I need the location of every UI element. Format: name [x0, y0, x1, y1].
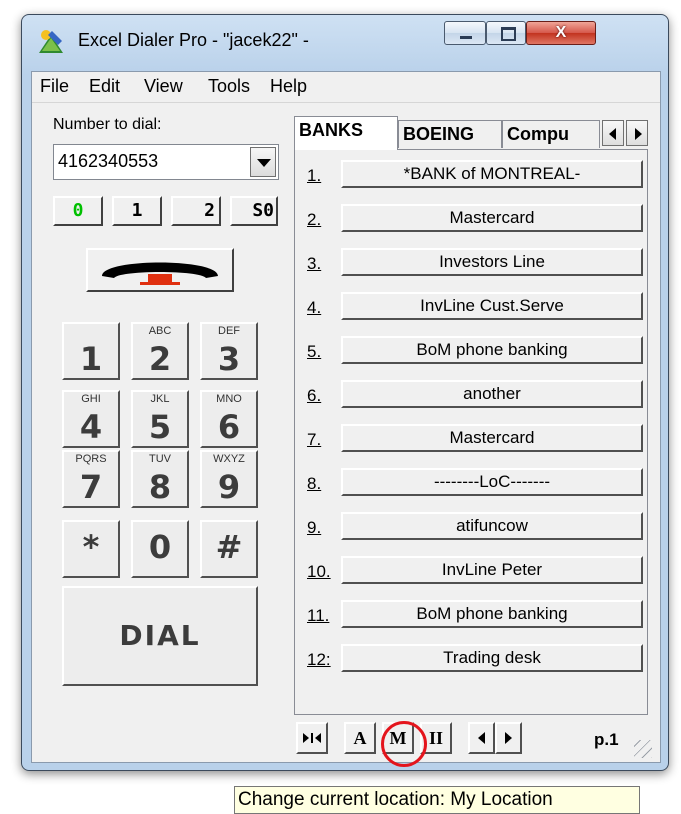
menu-help[interactable]: Help — [270, 76, 307, 97]
minimize-button[interactable] — [444, 21, 486, 45]
speed-dial-number: 1. — [307, 166, 322, 185]
speed-dial-row: 7. Mastercard — [295, 422, 647, 456]
speed-dial-row: 8. --------LoC------- — [295, 466, 647, 500]
close-icon: X — [555, 24, 567, 41]
scroll-right-icon — [635, 128, 642, 140]
key-4[interactable]: GHI 4 — [62, 390, 120, 448]
dropdown-button[interactable] — [250, 147, 276, 177]
key-hash[interactable]: # — [200, 520, 258, 578]
phone-handset-icon — [102, 262, 218, 285]
title-bar[interactable]: Excel Dialer Pro - "jacek22" - X — [22, 15, 668, 63]
first-last-button[interactable] — [296, 722, 328, 754]
speed-dial-button[interactable]: InvLine Cust.Serve — [341, 292, 643, 320]
key-6[interactable]: MNO 6 — [200, 390, 258, 448]
tab-strip: BANKS BOEING Compu — [294, 116, 652, 150]
key-8[interactable]: TUV 8 — [131, 450, 189, 508]
tab-compu[interactable]: Compu — [502, 120, 600, 148]
scroll-right-icon — [505, 732, 512, 744]
window-title: Excel Dialer Pro - "jacek22" - — [78, 30, 309, 50]
speed-dial-number: 6. — [307, 386, 322, 405]
hangup-button[interactable] — [86, 248, 234, 292]
speed-dial-button[interactable]: InvLine Peter — [341, 556, 643, 584]
key-1[interactable]: 1 — [62, 322, 120, 380]
key-0[interactable]: 0 — [131, 520, 189, 578]
minimize-icon — [460, 36, 472, 39]
menu-view[interactable]: View — [144, 76, 183, 97]
number-to-dial-label: Number to dial: — [53, 116, 162, 133]
speed-dial-button[interactable]: *BANK of MONTREAL- — [341, 160, 643, 188]
number-to-dial-combo[interactable]: 4162340553 — [53, 144, 279, 180]
key-5[interactable]: JKL 5 — [131, 390, 189, 448]
menu-bar: File Edit View Tools Help — [32, 72, 660, 103]
highlight-circle — [381, 721, 427, 767]
memory-button-0[interactable]: 0 — [53, 196, 103, 226]
speed-dial-row: 9. atifuncow — [295, 510, 647, 544]
speed-dial-button[interactable]: Investors Line — [341, 248, 643, 276]
speed-dial-number: 12: — [307, 650, 331, 669]
speed-dial-button[interactable]: Mastercard — [341, 424, 643, 452]
speed-dial-button[interactable]: Trading desk — [341, 644, 643, 672]
speed-dial-number: 4. — [307, 298, 322, 317]
speed-dial-row: 11. BoM phone banking — [295, 598, 647, 632]
scroll-left-icon — [609, 128, 616, 140]
app-window: Excel Dialer Pro - "jacek22" - X File Ed… — [21, 14, 669, 771]
speed-dial-row: 10. InvLine Peter — [295, 554, 647, 588]
speed-dial-number: 3. — [307, 254, 322, 273]
number-to-dial-value[interactable]: 4162340553 — [58, 151, 158, 172]
tab-boeing[interactable]: BOEING — [398, 120, 502, 148]
speed-dial-panel: 1. *BANK of MONTREAL- 2. Mastercard 3. Inve… — [294, 149, 648, 715]
speed-dial-row: 2. Mastercard — [295, 202, 647, 236]
speed-dial-row: 6. another — [295, 378, 647, 412]
tab-scroll-right-button[interactable] — [626, 120, 648, 146]
close-button[interactable]: X — [526, 21, 596, 45]
dial-button[interactable]: DIAL — [62, 586, 258, 686]
client-area: File Edit View Tools Help Number to dial… — [31, 71, 661, 763]
bottom-toolbar: A M II p.1 — [294, 718, 652, 758]
speed-dial-number: 10. — [307, 562, 331, 581]
maximize-icon — [501, 27, 516, 41]
memory-button-1[interactable]: 1 — [112, 196, 162, 226]
speed-dial-number: 9. — [307, 518, 322, 537]
resize-grip-icon[interactable] — [634, 740, 652, 758]
tooltip: Change current location: My Location — [234, 786, 640, 814]
first-last-icon — [303, 733, 321, 743]
speed-dial-row: 12: Trading desk — [295, 642, 647, 676]
page-indicator: p.1 — [594, 730, 619, 749]
key-star[interactable]: * — [62, 520, 120, 578]
tab-banks[interactable]: BANKS — [294, 116, 398, 150]
page-next-button[interactable] — [495, 722, 522, 754]
speed-dial-row: 1. *BANK of MONTREAL- — [295, 158, 647, 192]
speed-dial-row: 4. InvLine Cust.Serve — [295, 290, 647, 324]
speed-dial-button[interactable]: another — [341, 380, 643, 408]
tab-scroll-left-button[interactable] — [602, 120, 624, 146]
speed-dial-number: 2. — [307, 210, 322, 229]
speed-dial-button[interactable]: --------LoC------- — [341, 468, 643, 496]
page-prev-button[interactable] — [468, 722, 495, 754]
speed-dial-row: 3. Investors Line — [295, 246, 647, 280]
key-3[interactable]: DEF 3 — [200, 322, 258, 380]
speed-dial-number: 7. — [307, 430, 322, 449]
app-icon — [39, 30, 63, 53]
scroll-left-icon — [478, 732, 485, 744]
speed-dial-number: 5. — [307, 342, 322, 361]
maximize-button[interactable] — [486, 21, 526, 45]
key-2[interactable]: ABC 2 — [131, 322, 189, 380]
speed-dial-number: 11. — [307, 606, 330, 625]
memory-button-s0[interactable]: S0 — [230, 196, 278, 226]
a-button[interactable]: A — [344, 722, 376, 754]
dropdown-arrow-icon — [257, 159, 271, 167]
menu-tools[interactable]: Tools — [208, 76, 250, 97]
speed-dial-button[interactable]: Mastercard — [341, 204, 643, 232]
key-9[interactable]: WXYZ 9 — [200, 450, 258, 508]
speed-dial-number: 8. — [307, 474, 322, 493]
speed-dial-row: 5. BoM phone banking — [295, 334, 647, 368]
speed-dial-button[interactable]: atifuncow — [341, 512, 643, 540]
menu-file[interactable]: File — [40, 76, 69, 97]
menu-edit[interactable]: Edit — [89, 76, 120, 97]
memory-button-2[interactable]: 2 — [171, 196, 221, 226]
speed-dial-button[interactable]: BoM phone banking — [341, 336, 643, 364]
key-7[interactable]: PQRS 7 — [62, 450, 120, 508]
speed-dial-button[interactable]: BoM phone banking — [341, 600, 643, 628]
